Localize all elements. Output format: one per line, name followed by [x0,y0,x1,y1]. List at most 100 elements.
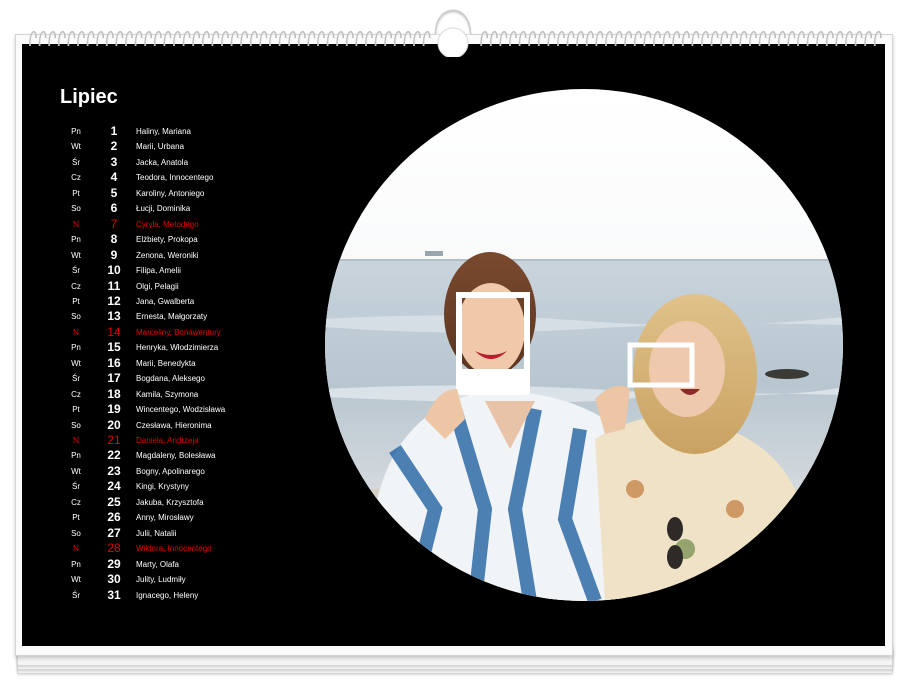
day-number: 22 [107,448,121,463]
weekday-label: Pt [72,188,80,198]
name-day: Jakuba, Krzysztofa [136,497,204,507]
name-day: Jana, Gwalberta [136,296,195,306]
weekday-label: So [71,312,81,322]
day-number: 12 [107,293,121,308]
day-row: Pn 1 Haliny, Mariana [60,124,260,139]
name-day: Czesława, Hieronima [136,420,212,430]
name-day: Filipa, Amelii [136,266,181,276]
name-day: Bogny, Apolinarego [136,466,205,476]
name-day: Wincentego, Wodzisława [136,405,226,415]
name-day: Julii, Natalii [136,528,177,538]
weekday-label: Cz [71,389,81,399]
name-day: Marii, Urbana [136,142,185,152]
day-row: Cz 11 Olgi, Pelagii [60,279,260,294]
day-row: Wt 16 Marii, Benedykta [60,356,260,371]
name-day: Teodora, Innocentego [136,173,214,183]
calendar-photo [325,89,843,601]
weekday-label: Pn [71,127,81,136]
day-number: 16 [107,355,121,370]
day-row: Cz 18 Kamila, Szymona [60,387,260,402]
day-number: 7 [110,216,118,231]
day-row: Pt 12 Jana, Gwalberta [60,294,260,309]
beach-photo-icon [325,89,843,601]
name-day: Daniela, Andrzeja [136,436,199,445]
day-number: 11 [107,278,121,293]
weekday-label: Pt [72,296,80,306]
day-number: 31 [107,587,121,602]
weekday-label: Wt [71,575,81,585]
day-number: 8 [110,232,118,247]
weekday-label: So [71,420,81,430]
name-day: Łucji, Dominika [136,204,191,214]
day-row: Pn 8 Elżbiety, Prokopa [60,232,260,247]
day-row: So 27 Julii, Natalii [60,526,260,541]
day-number: 23 [107,463,121,478]
name-day: Marceliny, Bonawentury [136,327,221,337]
day-row: Cz 4 Teodora, Innocentego [60,170,260,185]
day-row: Pt 26 Anny, Mirosławy [60,510,260,525]
day-number: 14 [107,324,121,339]
weekday-label: Cz [71,173,81,183]
name-day: Bogdana, Aleksego [136,374,205,384]
name-day: Karoliny, Antoniego [136,188,205,198]
day-row: Wt 9 Zenona, Weroniki [60,248,260,263]
weekday-label: Śr [72,482,80,492]
weekday-label: Pt [72,513,80,523]
day-number: 29 [107,556,121,571]
weekday-label: Śr [72,590,80,600]
day-number: 1 [110,124,118,138]
weekday-label: Cz [71,497,81,507]
day-number: 25 [107,494,121,509]
name-day: Magdaleny, Bolesława [136,451,216,461]
day-row: Wt 30 Julity, Ludmiły [60,572,260,587]
name-day: Haliny, Mariana [136,127,191,136]
day-row: Śr 3 Jacka, Anatola [60,155,260,170]
day-number: 28 [107,541,121,556]
weekday-label: Pn [71,343,81,353]
name-day: Olgi, Pelagii [136,281,179,291]
name-day: Jacka, Anatola [136,157,189,167]
weekday-label: Wt [71,142,81,152]
day-row: N 14 Marceliny, Bonawentury [60,325,260,340]
day-row: Śr 24 Kingi, Krystyny [60,479,260,494]
day-row: Wt 23 Bogny, Apolinarego [60,464,260,479]
day-number: 21 [107,433,121,447]
weekday-label: Pn [71,451,81,461]
name-day: Marii, Benedykta [136,358,196,368]
day-number: 3 [110,154,118,169]
weekday-label: N [73,436,79,445]
day-row: N 28 Wiktora, Innocentego [60,541,260,556]
day-row: Wt 2 Marii, Urbana [60,139,260,154]
day-row: Pn 22 Magdaleny, Bolesława [60,448,260,463]
name-day: Zenona, Weroniki [136,250,199,260]
name-day: Kamila, Szymona [136,389,199,399]
weekday-label: Wt [71,466,81,476]
day-number: 6 [110,201,118,216]
name-day: Julity, Ludmiły [136,575,186,585]
day-number: 4 [110,170,118,185]
day-row: Pt 5 Karoliny, Antoniego [60,186,260,201]
weekday-label: Śr [72,266,80,276]
weekday-label: Śr [72,157,80,167]
day-number: 17 [107,371,121,386]
name-day: Henryka, Włodzimierza [136,343,219,353]
day-row: Śr 10 Filipa, Amelii [60,263,260,278]
day-row: So 13 Ernesta, Małgorzaty [60,309,260,324]
weekday-label: Cz [71,281,81,291]
weekday-label: N [73,327,79,337]
day-number: 15 [107,340,121,355]
day-number: 9 [110,247,118,262]
day-row: N 21 Daniela, Andrzeja [60,433,260,448]
day-row: Pt 19 Wincentego, Wodzisława [60,402,260,417]
weekday-label: So [71,204,81,214]
name-day: Kingi, Krystyny [136,482,189,492]
name-day: Cyryla, Metodego [136,219,199,229]
day-number: 27 [107,525,121,540]
weekday-label: Pn [71,235,81,245]
weekday-label: Śr [72,374,80,384]
day-number: 5 [110,185,118,200]
day-number: 2 [110,139,118,154]
day-row: Śr 17 Bogdana, Aleksego [60,371,260,386]
day-row: So 6 Łucji, Dominika [60,201,260,216]
weekday-label: Wt [71,358,81,368]
